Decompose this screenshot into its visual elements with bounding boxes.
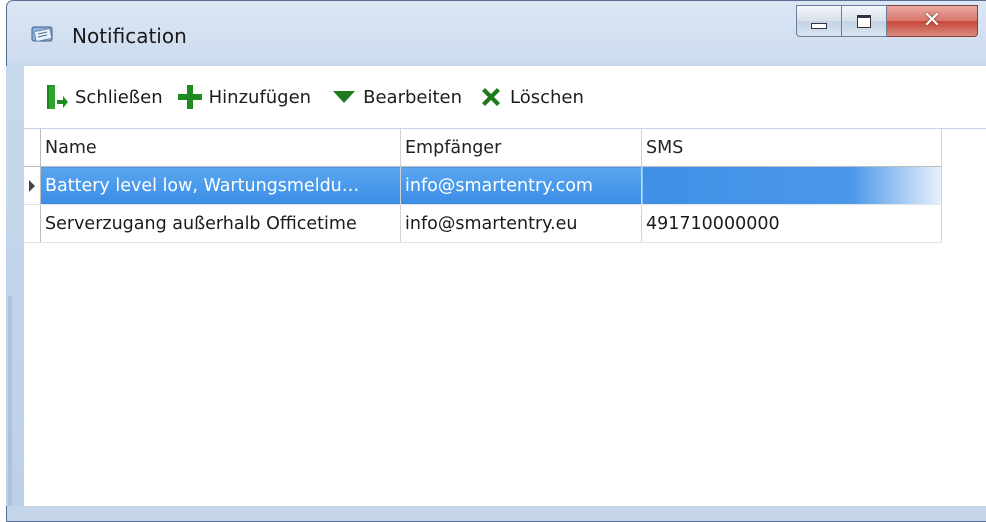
cell-recipient[interactable]: info@smartentry.eu: [400, 204, 642, 243]
row-indicator-header: [24, 129, 41, 167]
edit-button-label: Bearbeiten: [363, 86, 463, 108]
close-button[interactable]: Schließen: [43, 77, 163, 117]
column-header-name[interactable]: Name: [40, 129, 401, 167]
cell-sms[interactable]: [641, 166, 942, 205]
plus-icon: [177, 83, 203, 111]
caption-buttons: ✕: [796, 5, 978, 39]
row-indicator: [24, 166, 41, 205]
table-row[interactable]: Serverzugang außerhalb Officetime info@s…: [24, 204, 942, 243]
triangle-down-icon: [331, 83, 357, 111]
table-row[interactable]: Battery level low, Wartungsmeldu… info@s…: [24, 166, 942, 205]
x-icon: [478, 83, 504, 111]
notification-grid[interactable]: Name Empfänger SMS Battery level low, Wa…: [24, 128, 986, 509]
minimize-button[interactable]: [796, 5, 842, 37]
column-header-recipient[interactable]: Empfänger: [400, 129, 642, 167]
maximize-button[interactable]: [842, 5, 887, 37]
delete-button-label: Löschen: [510, 86, 584, 108]
edit-button[interactable]: Bearbeiten: [331, 77, 462, 117]
minimize-icon: [811, 23, 827, 29]
delete-button[interactable]: Löschen: [478, 77, 584, 117]
cell-recipient[interactable]: info@smartentry.com: [400, 166, 642, 205]
window-title: Notification: [72, 24, 187, 48]
add-button[interactable]: Hinzufügen: [177, 77, 311, 117]
window-left-border: [6, 66, 25, 506]
current-row-arrow-icon: [29, 179, 35, 192]
column-header-sms[interactable]: SMS: [641, 129, 942, 167]
cell-sms[interactable]: 491710000000: [641, 204, 942, 243]
title-bar[interactable]: Notification ✕: [6, 0, 986, 64]
close-icon: ✕: [922, 8, 942, 33]
maximize-icon: [857, 14, 871, 28]
close-button-label: Schließen: [75, 86, 163, 108]
client-area: Schließen Hinzufügen Bearbeiten Löschen …: [24, 66, 986, 506]
row-indicator: [24, 204, 41, 243]
add-button-label: Hinzufügen: [208, 86, 312, 108]
header-row: Name Empfänger SMS: [24, 129, 942, 167]
cell-name[interactable]: Serverzugang außerhalb Officetime: [40, 204, 401, 243]
cell-name[interactable]: Battery level low, Wartungsmeldu…: [40, 166, 401, 205]
toolbar: Schließen Hinzufügen Bearbeiten Löschen: [24, 66, 986, 128]
notification-table: Name Empfänger SMS Battery level low, Wa…: [24, 129, 942, 243]
notification-app-icon: [30, 24, 56, 44]
close-window-button[interactable]: ✕: [887, 5, 978, 37]
exit-icon: [43, 83, 69, 111]
